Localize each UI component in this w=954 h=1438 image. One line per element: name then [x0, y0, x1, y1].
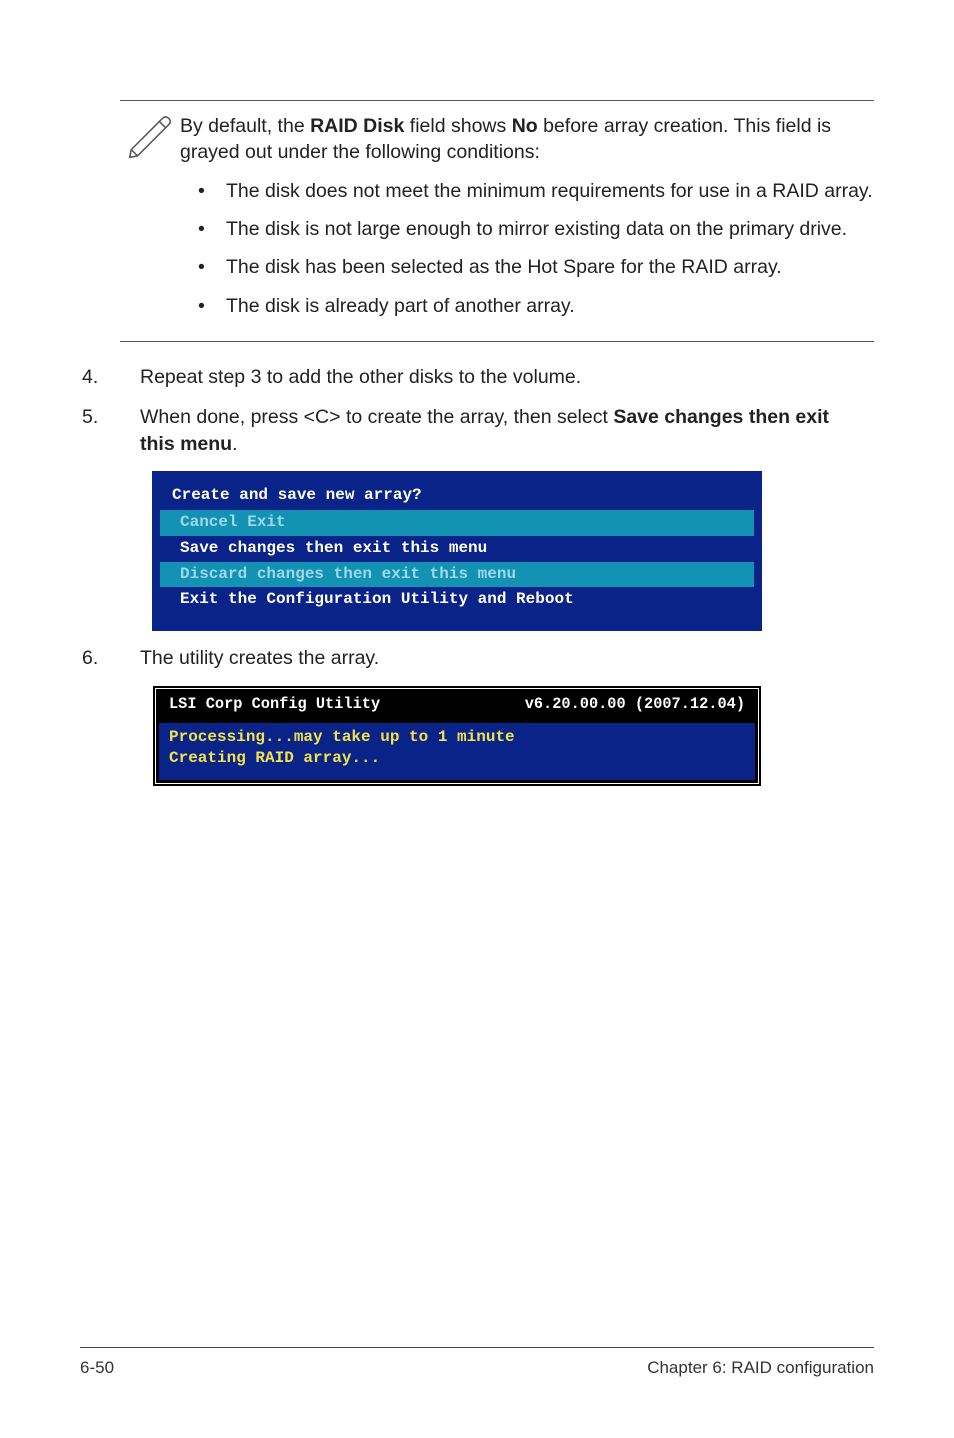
step-5: 5. When done, press <C> to create the ar…: [82, 404, 874, 457]
step-text: Repeat step 3 to add the other disks to …: [140, 364, 840, 390]
terminal-header-left: LSI Corp Config Utility: [169, 694, 380, 715]
dialog-option-cancel-exit: Cancel Exit: [160, 510, 754, 536]
note-bullet: The disk does not meet the minimum requi…: [198, 178, 874, 204]
step-number: 5.: [82, 404, 140, 457]
step-text: The utility creates the array.: [140, 645, 840, 671]
create-array-dialog: Create and save new array? Cancel Exit S…: [152, 471, 762, 631]
step-6: 6. The utility creates the array.: [82, 645, 874, 671]
note-intro: By default, the RAID Disk field shows No…: [180, 113, 874, 166]
text: The disk is already part of another arra…: [226, 295, 575, 317]
processing-terminal: LSI Corp Config Utility v6.20.00.00 (200…: [152, 685, 762, 787]
note-bullet: The disk has been selected as the Hot Sp…: [198, 254, 874, 280]
text: The disk is not large enough to mirror e…: [226, 218, 847, 240]
step-4: 4. Repeat step 3 to add the other disks …: [82, 364, 874, 390]
step-number: 4.: [82, 364, 140, 390]
text-bold: RAID Disk: [310, 115, 404, 137]
note-block: By default, the RAID Disk field shows No…: [120, 100, 874, 342]
dialog-option-exit-reboot: Exit the Configuration Utility and Reboo…: [160, 587, 754, 613]
text: The disk does not meet the minimum requi…: [226, 180, 873, 202]
dialog-option-save-changes: Save changes then exit this menu: [160, 536, 754, 562]
processing-line-2: Creating RAID array...: [169, 748, 745, 770]
processing-line-1: Processing...may take up to 1 minute: [169, 727, 745, 749]
page-footer: 6-50 Chapter 6: RAID configuration: [80, 1347, 874, 1378]
text: By default, the: [180, 115, 310, 137]
dialog-option-discard-changes: Discard changes then exit this menu: [160, 562, 754, 588]
text-bold: No: [512, 115, 538, 137]
step-number: 6.: [82, 645, 140, 671]
pencil-note-icon: [120, 109, 180, 167]
terminal-header-right: v6.20.00.00 (2007.12.04): [525, 694, 745, 715]
page-number: 6-50: [80, 1358, 114, 1378]
note-bullet: The disk is not large enough to mirror e…: [198, 216, 874, 242]
text: When done, press <C> to create the array…: [140, 406, 613, 428]
note-bullet: The disk is already part of another arra…: [198, 293, 874, 319]
chapter-label: Chapter 6: RAID configuration: [647, 1358, 874, 1378]
text: field shows: [404, 115, 511, 137]
dialog-title: Create and save new array?: [160, 485, 754, 511]
note-bullet-list: The disk does not meet the minimum requi…: [180, 178, 874, 319]
step-text: When done, press <C> to create the array…: [140, 404, 840, 457]
text: .: [232, 433, 237, 455]
text: The disk has been selected as the Hot Sp…: [226, 256, 782, 278]
